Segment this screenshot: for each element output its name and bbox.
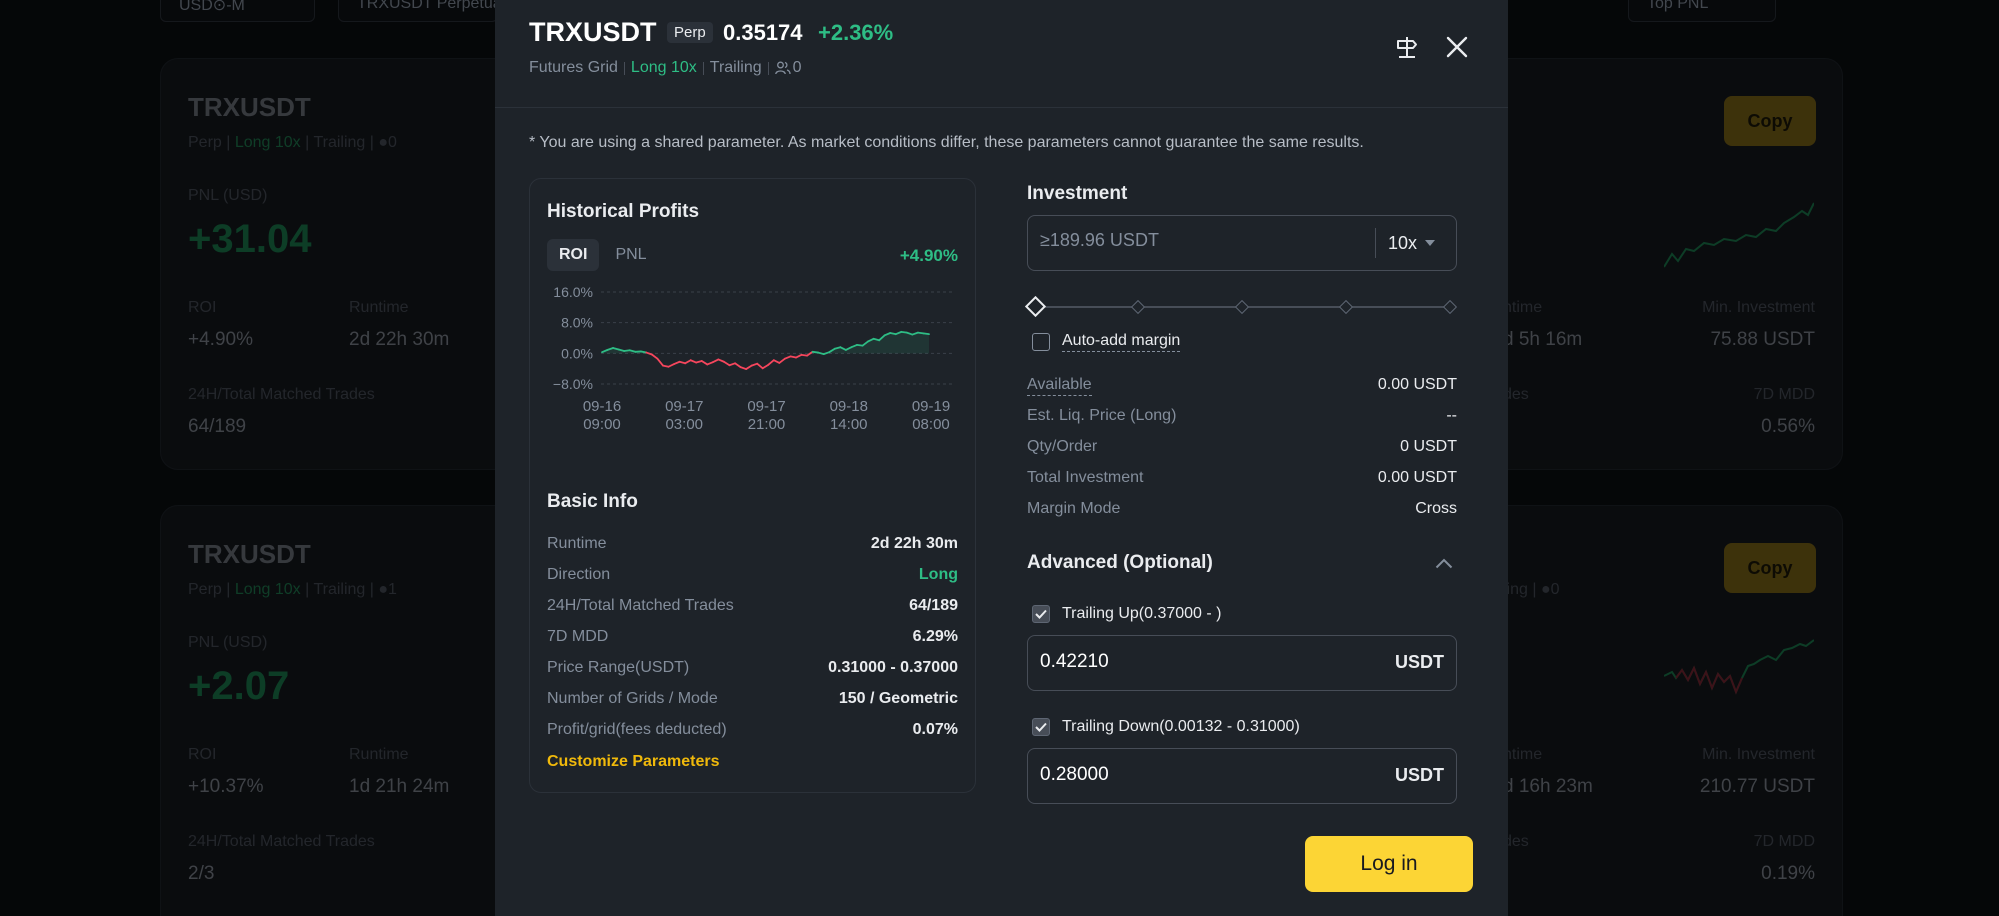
trailing-down-field: USDT: [1027, 748, 1457, 804]
last-price: 0.35174: [723, 20, 803, 45]
roi-line-segment: [700, 360, 709, 366]
leverage-select[interactable]: 10x: [1375, 228, 1436, 258]
y-tick-label: 16.0%: [553, 284, 593, 300]
slider-mark-100[interactable]: [1442, 299, 1458, 315]
roi-line-segment: [772, 359, 781, 364]
trailing-up-row: Trailing Up(0.37000 - ): [1032, 605, 1221, 623]
roi-line-segment: [650, 353, 659, 360]
trailing-up-input[interactable]: [1040, 651, 1360, 673]
slider-thumb[interactable]: [1024, 295, 1047, 318]
trailing-down-unit: USDT: [1395, 765, 1444, 785]
summary-liq-price: Est. Liq. Price (Long) --: [1027, 407, 1457, 424]
info-mdd: 7D MDD 6.29%: [547, 628, 958, 645]
y-tick-label: 0.0%: [561, 345, 593, 361]
users-icon: [774, 61, 791, 75]
investment-field: 10x: [1027, 215, 1457, 271]
info-grids-mode: Number of Grids / Mode 150 / Geometric: [547, 690, 958, 707]
trailing-up-label: Trailing Up(0.37000 - ): [1062, 605, 1222, 622]
roi-line-segment: [761, 363, 770, 370]
slider-mark-50[interactable]: [1234, 299, 1250, 315]
strategy-summary-panel: Historical Profits ROI PNL +4.90% 16.0% 8…: [529, 178, 976, 793]
price-change: +2.36%: [818, 20, 894, 45]
historical-profits-title: Historical Profits: [547, 201, 700, 222]
x-tick-date: 09-17: [747, 398, 785, 415]
x-tick-date: 09-16: [583, 398, 621, 415]
trailing-up-field: USDT: [1027, 635, 1457, 691]
caret-down-icon: [1425, 240, 1436, 246]
x-tick-date: 09-19: [912, 398, 950, 415]
slider-mark-75[interactable]: [1338, 299, 1354, 315]
symbol-title: TRXUSDT: [529, 17, 657, 47]
auto-add-margin-label[interactable]: Auto-add margin: [1062, 332, 1181, 352]
summary-available: Available 0.00 USDT: [1027, 376, 1457, 396]
roi-line-segment: [767, 359, 775, 366]
slider-mark-25[interactable]: [1130, 299, 1146, 315]
roi-line-segment: [778, 357, 786, 364]
roi-line-segment: [723, 360, 731, 367]
investment-slider[interactable]: [1024, 295, 1458, 318]
roi-line-segment: [922, 332, 930, 336]
x-tick-time: 08:00: [912, 416, 950, 433]
x-tick-time: 14:00: [830, 416, 868, 433]
trailing-up-checkbox[interactable]: [1032, 605, 1050, 623]
roi-value: +4.90%: [899, 246, 958, 265]
tab-pnl[interactable]: PNL: [603, 239, 658, 271]
customize-parameters-link[interactable]: Customize Parameters: [547, 753, 720, 771]
info-price-range: Price Range(USDT) 0.31000 - 0.37000: [547, 659, 958, 676]
header-divider: [495, 107, 1508, 108]
info-runtime: Runtime 2d 22h 30m: [547, 535, 958, 552]
positive-area: [602, 331, 929, 354]
summary-margin-mode: Margin Mode Cross: [1027, 500, 1457, 517]
chart-mode-toggle: ROI PNL: [547, 239, 659, 271]
advanced-toggle[interactable]: Advanced (Optional): [1027, 550, 1457, 576]
roi-line-segment: [756, 362, 764, 370]
summary-qty-order: Qty/Order 0 USDT: [1027, 438, 1457, 455]
auto-add-margin-row: Auto-add margin: [1032, 332, 1181, 352]
roi-line-segment: [711, 358, 720, 364]
y-tick-label: −8.0%: [553, 376, 593, 392]
basic-info-title: Basic Info: [547, 491, 638, 512]
login-button[interactable]: Log in: [1305, 836, 1473, 892]
auto-add-margin-checkbox[interactable]: [1032, 333, 1050, 351]
roi-line-segment: [656, 357, 664, 367]
x-tick-date: 09-18: [830, 398, 868, 415]
close-icon[interactable]: [1442, 32, 1472, 62]
check-icon: [1035, 609, 1047, 619]
summary-total-investment: Total Investment 0.00 USDT: [1027, 469, 1457, 486]
strategy-detail-modal: TRXUSDT Perp 0.35174 +2.36% Futures Grid…: [495, 0, 1508, 916]
x-tick-time: 21:00: [748, 416, 786, 433]
roi-line-segment: [667, 363, 675, 368]
info-profit-per-grid: Profit/grid(fees deducted) 0.07%: [547, 721, 958, 738]
trailing-down-input[interactable]: [1040, 764, 1360, 786]
x-tick-time: 09:00: [583, 416, 621, 433]
strategy-meta: Futures Grid Long 10x Trailing 0: [529, 59, 802, 77]
trailing-up-unit: USDT: [1395, 652, 1444, 672]
investment-input[interactable]: [1040, 230, 1360, 251]
roi-line-segment: [684, 359, 692, 365]
shared-parameter-notice: * You are using a shared parameter. As m…: [529, 134, 1364, 151]
copy-users: 0: [774, 59, 802, 77]
chevron-up-icon: [1435, 558, 1453, 568]
roi-line-segment: [734, 362, 742, 369]
strategy-type: Futures Grid: [529, 59, 618, 76]
share-signpost-icon[interactable]: [1392, 32, 1422, 62]
roi-line-segment: [745, 364, 753, 370]
trailing-down-row: Trailing Down(0.00132 - 0.31000): [1032, 718, 1300, 736]
tab-roi[interactable]: ROI: [547, 239, 600, 271]
direction-leverage: Long 10x: [630, 59, 697, 76]
investment-label: Investment: [1027, 183, 1128, 204]
info-direction: Direction Long: [547, 566, 958, 583]
trailing-down-checkbox[interactable]: [1032, 718, 1050, 736]
grid-mode: Trailing: [709, 59, 762, 76]
perp-badge: Perp: [667, 22, 713, 43]
y-tick-label: 8.0%: [561, 315, 593, 331]
x-tick-time: 03:00: [665, 416, 703, 433]
roi-chart: 16.0%8.0%0.0%−8.0%09-1609:0009-1703:0009…: [553, 284, 955, 433]
info-matched-trades: 24H/Total Matched Trades 64/189: [547, 597, 958, 614]
roi-line-segment: [795, 353, 803, 359]
check-icon: [1035, 722, 1047, 732]
trailing-down-label: Trailing Down(0.00132 - 0.31000): [1062, 718, 1300, 735]
x-tick-date: 09-17: [665, 398, 703, 415]
